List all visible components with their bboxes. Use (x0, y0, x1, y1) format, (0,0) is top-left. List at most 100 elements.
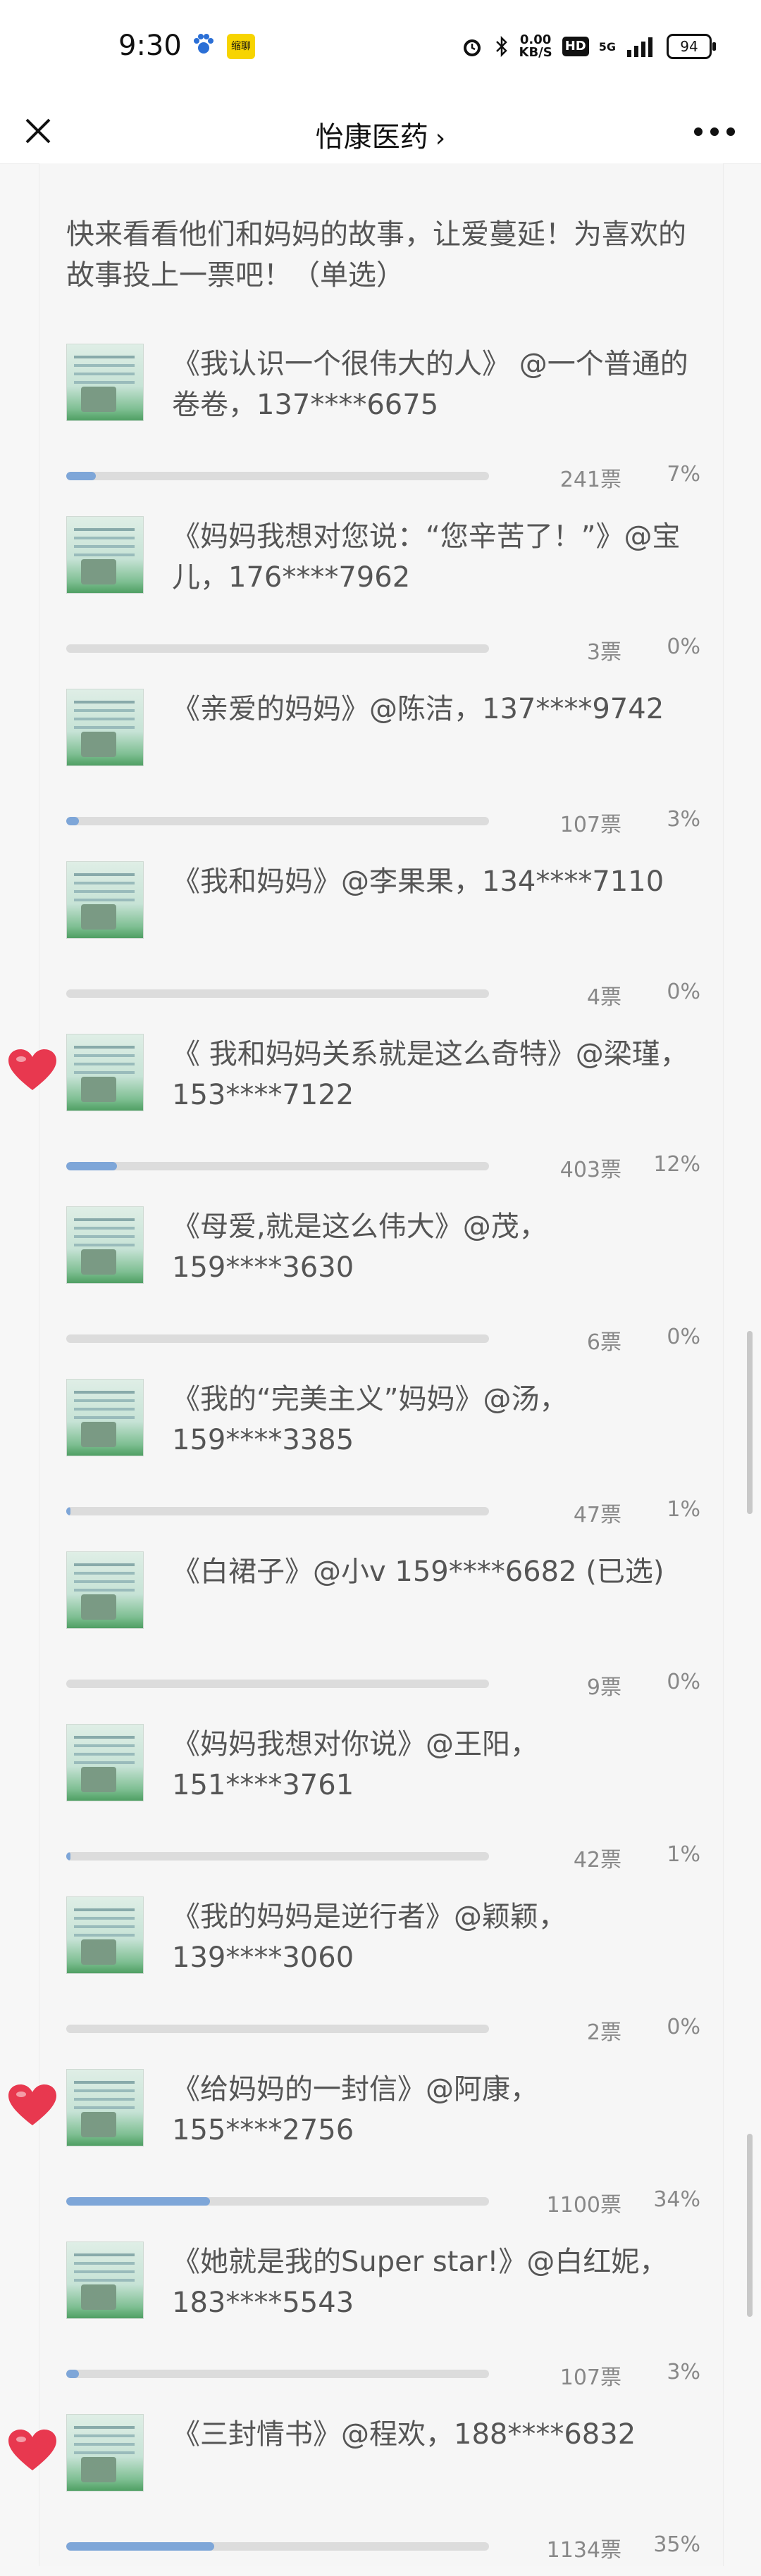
hd-badge: HD (562, 37, 589, 56)
vote-option[interactable]: 《三封情书》@程欢，188****6832 1134票 35% (66, 2414, 700, 2576)
option-title: 《我和妈妈》@李果果，134****7110 (172, 865, 664, 898)
vote-percent: 12% (653, 1152, 700, 1177)
vote-progress-bar (66, 1680, 489, 1688)
signal-type: 5G (598, 39, 616, 54)
story-thumbnail[interactable] (66, 2242, 144, 2319)
vote-option[interactable]: 《我的“完美主义”妈妈》@汤，159****3385 47票 1% (66, 1379, 700, 1541)
vote-percent: 0% (667, 980, 700, 1004)
more-icon[interactable] (693, 127, 736, 137)
vote-percent: 3% (667, 2360, 700, 2384)
story-thumbnail[interactable] (66, 1379, 144, 1456)
story-thumbnail[interactable] (66, 689, 144, 766)
vote-count: 2票 (586, 2020, 621, 2045)
alarm-icon (463, 39, 481, 56)
vote-option[interactable]: 《我和妈妈》@李果果，134****7110 4票 0% (66, 861, 700, 1023)
nav-bar: 怡康医药 › (0, 99, 761, 164)
paw-icon (194, 34, 214, 54)
vote-count: 9票 (586, 1675, 621, 1700)
vote-option[interactable]: 《我认识一个很伟大的人》 @一个普通的卷卷，137****6675 241票 7… (66, 344, 700, 506)
signal-icon (627, 37, 652, 57)
vote-option[interactable]: 《她就是我的Super star!》@白红妮，183****5543 107票 … (66, 2242, 700, 2403)
vote-percent: 3% (667, 807, 700, 832)
vote-intro: 快来看看他们和妈妈的故事，让爱蔓延！为喜欢的故事投上一票吧！（单选） (66, 218, 686, 292)
vote-count: 1134票 (546, 2538, 621, 2563)
vote-option[interactable]: 《妈妈我想对您说：“您辛苦了！”》@宝儿，176****7962 3票 0% (66, 516, 700, 678)
vote-percent: 1% (667, 1842, 700, 1867)
vote-count: 3票 (586, 640, 621, 665)
vote-count: 1100票 (546, 2193, 621, 2218)
story-thumbnail[interactable] (66, 1724, 144, 1801)
option-title: 《白裙子》@小v 159****6682 (已选) (172, 1556, 664, 1588)
vote-progress-fill (66, 2542, 214, 2551)
option-title: 《给妈妈的一封信》@阿康，155****2756 (172, 2073, 538, 2146)
vote-count: 47票 (573, 1503, 621, 1527)
option-title: 《三封情书》@程欢，188****6832 (172, 2418, 636, 2451)
vote-progress-bar (66, 472, 489, 480)
vote-percent: 1% (667, 1497, 700, 1522)
status-indicators: 0.00 KB/S HD 5G 94 (460, 31, 716, 62)
story-thumbnail[interactable] (66, 861, 144, 939)
option-title: 《母爱,就是这么伟大》@茂，159****3630 (172, 1211, 547, 1284)
vote-progress-fill (66, 1507, 70, 1515)
vote-progress-fill (66, 1162, 117, 1170)
vote-count: 107票 (559, 2365, 621, 2390)
story-thumbnail[interactable] (66, 344, 144, 421)
option-title: 《我认识一个很伟大的人》 @一个普通的卷卷，137****6675 (172, 348, 688, 421)
vote-progress-bar (66, 1852, 489, 1861)
story-thumbnail[interactable] (66, 1206, 144, 1284)
story-thumbnail[interactable] (66, 516, 144, 594)
heart-icon (8, 1049, 56, 1090)
vote-percent: 35% (653, 2532, 700, 2557)
status-bar: 9:30 缩聊 0.00 KB/S HD 5G 94 (0, 0, 761, 99)
story-thumbnail[interactable] (66, 2069, 144, 2146)
scrollbar-secondary[interactable] (747, 2134, 753, 2317)
chevron-right-icon: › (435, 124, 446, 153)
story-thumbnail[interactable] (66, 1896, 144, 1974)
vote-progress-bar (66, 2025, 489, 2033)
vote-progress-bar (66, 817, 489, 825)
vote-percent: 34% (653, 2187, 700, 2212)
story-thumbnail[interactable] (66, 1551, 144, 1629)
vote-progress-bar (66, 2542, 489, 2551)
vote-option[interactable]: 《母爱,就是这么伟大》@茂，159****3630 6票 0% (66, 1206, 700, 1368)
vote-count: 6票 (586, 1330, 621, 1355)
status-time: 9:30 (118, 30, 182, 62)
vote-option[interactable]: 《 我和妈妈关系就是这么奇特》@梁瑾，153****7122 403票 12% (66, 1034, 700, 1196)
vote-progress-bar (66, 2370, 489, 2378)
option-title: 《我的“完美主义”妈妈》@汤，159****3385 (172, 1383, 568, 1456)
vote-option[interactable]: 《亲爱的妈妈》@陈洁，137****9742 107票 3% (66, 689, 700, 851)
option-title: 《妈妈我想对你说》@王阳，151****3761 (172, 1728, 538, 1801)
option-title: 《她就是我的Super star!》@白红妮，183****5543 (172, 2246, 668, 2319)
vote-progress-bar (66, 1334, 489, 1343)
vote-progress-bar (66, 1162, 489, 1170)
page-title-text: 怡康医药 (315, 121, 428, 154)
story-thumbnail[interactable] (66, 2414, 144, 2491)
vote-option[interactable]: 《我的妈妈是逆行者》@颖颖，139****3060 2票 0% (66, 1896, 700, 2058)
vote-progress-bar (66, 644, 489, 653)
vote-progress-fill (66, 2370, 79, 2378)
vote-option[interactable]: 《给妈妈的一封信》@阿康，155****2756 1100票 34% (66, 2069, 700, 2231)
vote-percent: 0% (667, 1325, 700, 1349)
vote-count: 403票 (559, 1158, 621, 1182)
heart-icon (8, 2084, 56, 2125)
page-title[interactable]: 怡康医药 › (0, 114, 761, 155)
vote-option[interactable]: 《妈妈我想对你说》@王阳，151****3761 42票 1% (66, 1724, 700, 1886)
vote-progress-fill (66, 472, 96, 480)
vote-percent: 0% (667, 1670, 700, 1694)
scrollbar[interactable] (747, 1331, 753, 1514)
vote-count: 4票 (586, 985, 621, 1010)
app-notification-icon: 缩聊 (227, 34, 255, 59)
vote-progress-fill (66, 1852, 70, 1861)
option-title: 《 我和妈妈关系就是这么奇特》@梁瑾，153****7122 (172, 1038, 688, 1111)
vote-progress-bar (66, 2197, 489, 2206)
option-title: 《妈妈我想对您说：“您辛苦了！”》@宝儿，176****7962 (172, 520, 681, 594)
story-thumbnail[interactable] (66, 1034, 144, 1111)
option-title: 《亲爱的妈妈》@陈洁，137****9742 (172, 693, 664, 725)
option-title: 《我的妈妈是逆行者》@颖颖，139****3060 (172, 1901, 567, 1974)
vote-option[interactable]: 《白裙子》@小v 159****6682 (已选) 9票 0% (66, 1551, 700, 1713)
vote-percent: 0% (667, 634, 700, 659)
vote-count: 107票 (559, 813, 621, 837)
vote-progress-fill (66, 817, 79, 825)
heart-icon (8, 2430, 56, 2470)
bluetooth-icon (495, 35, 507, 58)
